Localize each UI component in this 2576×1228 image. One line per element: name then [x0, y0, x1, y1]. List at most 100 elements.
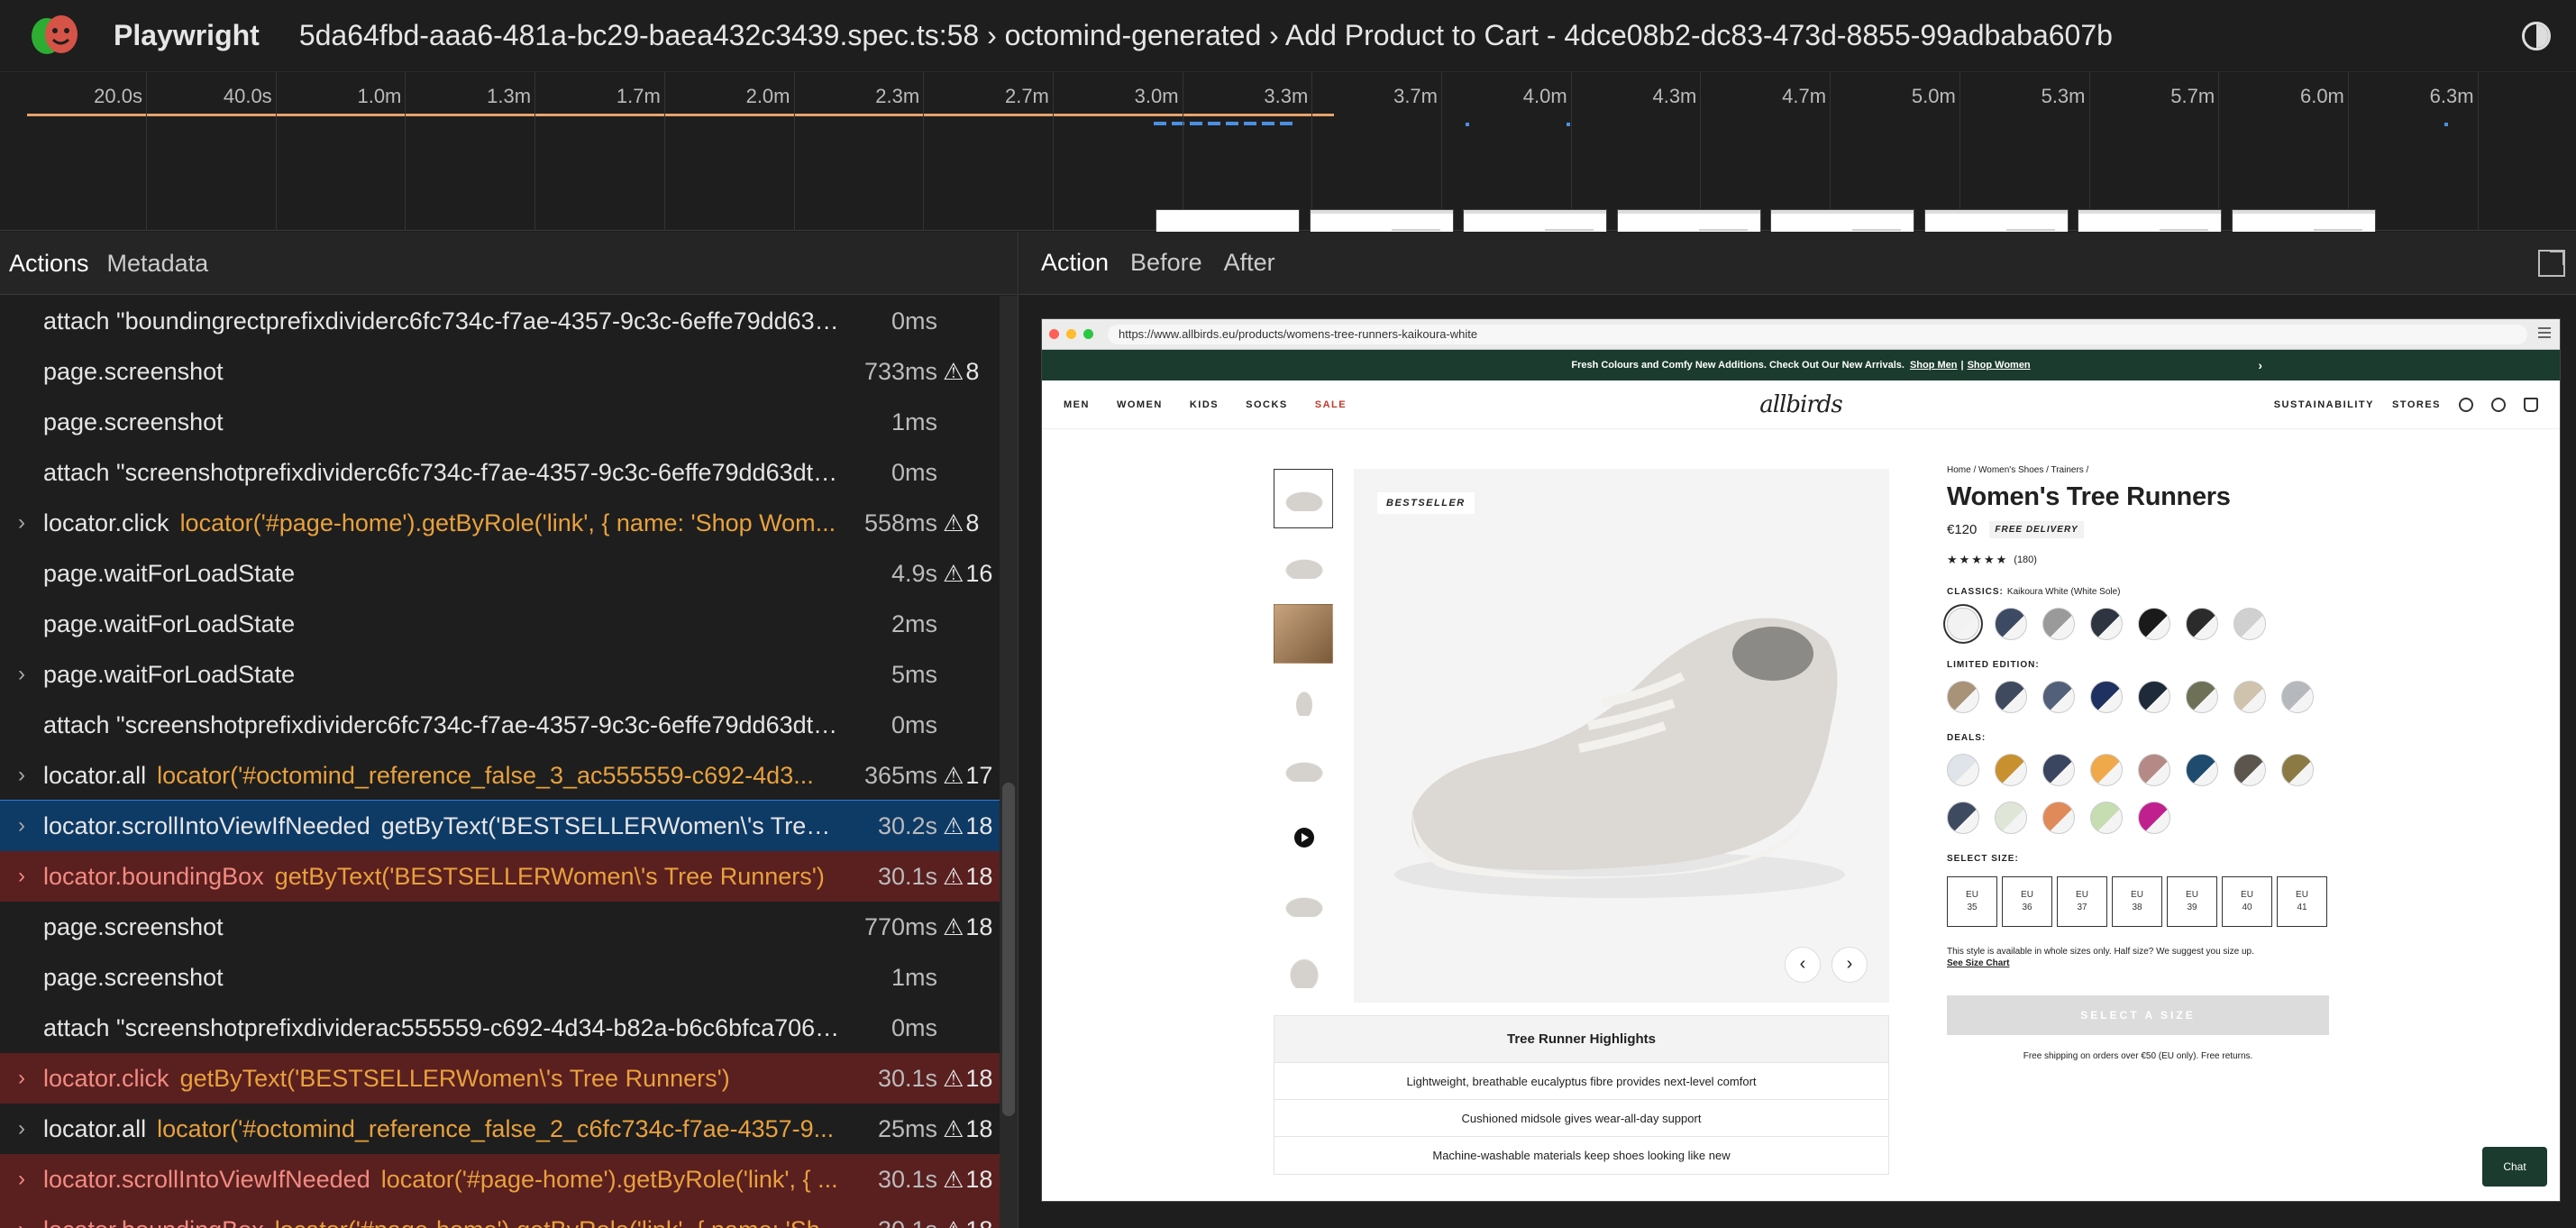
action-row[interactable]: ›page.screenshot770ms⚠18: [0, 902, 1000, 952]
color-swatch[interactable]: [2186, 681, 2218, 713]
open-external-icon[interactable]: [2538, 250, 2565, 277]
tab-before[interactable]: Before: [1119, 249, 1213, 277]
size-option[interactable]: EU 40: [2222, 876, 2272, 927]
thumbnail[interactable]: [1274, 536, 1333, 596]
prev-image-button[interactable]: ‹: [1785, 947, 1821, 983]
action-row[interactable]: ›page.waitForLoadState4.9s⚠16: [0, 548, 1000, 599]
color-swatch[interactable]: [2042, 681, 2075, 713]
thumbnail[interactable]: [1274, 942, 1333, 1002]
color-swatch[interactable]: [2233, 608, 2266, 640]
chevron-right-icon[interactable]: ›: [0, 1116, 43, 1141]
action-row[interactable]: ›locator.boundingBox locator('#page-home'…: [0, 1205, 1000, 1228]
color-swatch[interactable]: [1995, 802, 2027, 834]
size-option[interactable]: EU 37: [2057, 876, 2107, 927]
action-row[interactable]: ›attach "boundingrectprefixdividerc6fc73…: [0, 296, 1000, 346]
chevron-right-icon[interactable]: ›: [0, 662, 43, 687]
color-swatch[interactable]: [2233, 681, 2266, 713]
video-thumbnail[interactable]: [1274, 807, 1333, 866]
color-swatch[interactable]: [1947, 754, 1979, 786]
rating[interactable]: ★★★★★ (180): [1947, 553, 2343, 567]
action-row[interactable]: ›page.screenshot733ms⚠8: [0, 346, 1000, 397]
thumbnail[interactable]: [1274, 604, 1333, 664]
shop-women-link[interactable]: Shop Women: [1968, 360, 2031, 371]
action-row[interactable]: ›page.screenshot1ms: [0, 952, 1000, 1003]
color-swatch[interactable]: [2186, 608, 2218, 640]
color-swatch[interactable]: [2090, 754, 2123, 786]
action-row[interactable]: › locator.all locator('#octomind_reference…: [0, 750, 1000, 801]
color-swatch[interactable]: [2042, 754, 2075, 786]
nav-kids[interactable]: KIDS: [1190, 399, 1219, 410]
color-swatch[interactable]: [1995, 681, 2027, 713]
nav-socks[interactable]: SOCKS: [1246, 399, 1288, 410]
color-swatch[interactable]: [2186, 754, 2218, 786]
color-swatch[interactable]: [2090, 608, 2123, 640]
action-row[interactable]: ›attach "screenshotprefixdividerc6fc734c…: [0, 447, 1000, 498]
color-swatch[interactable]: [2090, 802, 2123, 834]
chevron-right-icon[interactable]: ›: [2258, 358, 2262, 372]
tab-after[interactable]: After: [1213, 249, 1286, 277]
thumbnail[interactable]: [1274, 672, 1333, 731]
size-option[interactable]: EU 36: [2002, 876, 2052, 927]
color-swatch[interactable]: [2281, 754, 2314, 786]
nav-stores[interactable]: STORES: [2392, 399, 2441, 410]
color-swatch[interactable]: [2281, 681, 2314, 713]
nav-women[interactable]: WOMEN: [1117, 399, 1163, 410]
color-swatch[interactable]: [1995, 608, 2027, 640]
scrollbar-thumb[interactable]: [1002, 783, 1015, 1116]
thumbnail[interactable]: [1274, 739, 1333, 799]
action-row[interactable]: › locator.scrollIntoViewIfNeeded locator('…: [0, 1154, 1000, 1205]
action-row[interactable]: › locator.boundingBox getByText('BESTSELLE…: [0, 851, 1000, 902]
action-row[interactable]: ›page.waitForLoadState2ms: [0, 599, 1000, 649]
select-size-button[interactable]: SELECT A SIZE: [1947, 995, 2329, 1035]
color-swatch[interactable]: [1947, 681, 1979, 713]
tab-action[interactable]: Action: [1030, 249, 1119, 277]
help-icon[interactable]: [2491, 397, 2506, 412]
color-swatch[interactable]: [2042, 608, 2075, 640]
tab-actions[interactable]: Actions: [0, 232, 98, 295]
color-swatch[interactable]: [2138, 608, 2170, 640]
nav-sale[interactable]: SALE: [1315, 399, 1347, 410]
chevron-right-icon[interactable]: ›: [0, 1217, 43, 1228]
account-icon[interactable]: [2459, 397, 2473, 412]
chevron-right-icon[interactable]: ›: [0, 1066, 43, 1091]
color-swatch[interactable]: [2090, 681, 2123, 713]
action-row[interactable]: ›page.screenshot1ms: [0, 397, 1000, 447]
shop-men-link[interactable]: Shop Men: [1910, 360, 1958, 371]
color-swatch[interactable]: [1947, 608, 1979, 640]
chevron-right-icon[interactable]: ›: [0, 813, 43, 839]
nav-sustainability[interactable]: SUSTAINABILITY: [2274, 399, 2374, 410]
tab-metadata[interactable]: Metadata: [98, 232, 218, 295]
action-row[interactable]: › locator.click getByText('BESTSELLERWomen…: [0, 1053, 1000, 1104]
size-option[interactable]: EU 35: [1947, 876, 1997, 927]
action-row[interactable]: › page.waitForLoadState 5ms: [0, 649, 1000, 700]
chat-button[interactable]: Chat: [2482, 1147, 2547, 1187]
nav-men[interactable]: MEN: [1064, 399, 1090, 410]
thumbnail[interactable]: [1274, 469, 1333, 528]
color-swatch[interactable]: [1995, 754, 2027, 786]
color-swatch[interactable]: [2138, 802, 2170, 834]
action-row[interactable]: ›attach "screenshotprefixdividerac555559…: [0, 1003, 1000, 1053]
next-image-button[interactable]: ›: [1832, 947, 1868, 983]
color-swatch[interactable]: [2233, 754, 2266, 786]
size-option[interactable]: EU 38: [2112, 876, 2162, 927]
chevron-right-icon[interactable]: ›: [0, 1167, 43, 1192]
action-row[interactable]: › locator.scrollIntoViewIfNeeded getByText…: [0, 800, 1001, 852]
chevron-right-icon[interactable]: ›: [0, 864, 43, 889]
timeline[interactable]: 20.0s 40.0s 1.0m 1.3m 1.7m 2.0m 2.3m 2.7m 3.0m 3.…: [0, 72, 2576, 287]
action-row[interactable]: › locator.click locator('#page-home').getB…: [0, 498, 1000, 548]
theme-toggle-icon[interactable]: [2522, 22, 2551, 50]
chevron-right-icon[interactable]: ›: [0, 510, 43, 536]
actions-scrollbar[interactable]: [1000, 296, 1018, 1228]
action-row[interactable]: › locator.all locator('#octomind_reference…: [0, 1104, 1000, 1154]
thumbnail[interactable]: [1274, 875, 1333, 934]
color-swatch[interactable]: [2138, 681, 2170, 713]
color-swatch[interactable]: [1947, 802, 1979, 834]
color-swatch[interactable]: [2138, 754, 2170, 786]
chevron-right-icon[interactable]: ›: [0, 763, 43, 788]
color-swatch[interactable]: [2042, 802, 2075, 834]
action-row[interactable]: ›attach "screenshotprefixdividerc6fc734c…: [0, 700, 1000, 750]
product-breadcrumb[interactable]: Home / Women's Shoes / Trainers /: [1947, 465, 2343, 475]
cart-icon[interactable]: [2524, 397, 2538, 412]
size-option[interactable]: EU 41: [2277, 876, 2327, 927]
size-option[interactable]: EU 39: [2167, 876, 2217, 927]
